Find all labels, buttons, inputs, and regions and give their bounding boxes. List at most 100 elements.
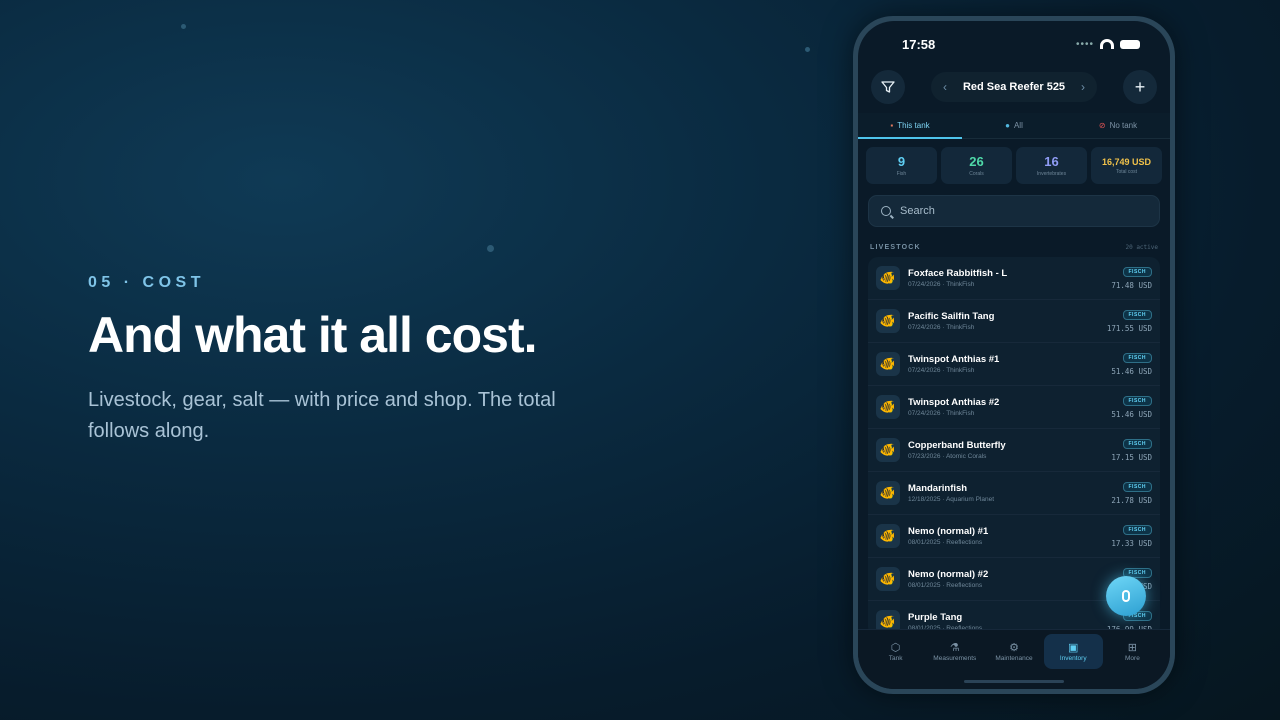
phone-mockup: 17:58 •••• ‹ Red Sea Reefer 525 › + ▪ Th… bbox=[853, 16, 1175, 694]
list-item[interactable]: 🐠 Twinspot Anthias #1 07/24/2026 · ThinkF… bbox=[868, 343, 1160, 386]
fish-icon: 🐠 bbox=[876, 567, 900, 591]
item-price: 51.46 USD bbox=[1111, 409, 1152, 419]
nav-label: More bbox=[1125, 655, 1140, 662]
stat-value: 9 bbox=[897, 154, 906, 169]
stat-label: Corals bbox=[969, 171, 984, 177]
item-price: 17.15 USD bbox=[1111, 452, 1152, 462]
prohibited-icon: ⊘ bbox=[1098, 121, 1106, 130]
item-name: Pacific Sailfin Tang bbox=[908, 311, 995, 322]
nav-more[interactable]: ⊞ More bbox=[1103, 634, 1162, 669]
fish-icon: 🐠 bbox=[876, 524, 900, 548]
status-bar: 17:58 •••• bbox=[858, 21, 1170, 67]
filter-icon bbox=[881, 81, 895, 93]
voice-input-button[interactable] bbox=[1106, 576, 1146, 616]
item-name: Nemo (normal) #2 bbox=[908, 569, 989, 580]
hero-subtitle: Livestock, gear, salt — with price and s… bbox=[88, 389, 556, 442]
tank-selector[interactable]: ‹ Red Sea Reefer 525 › bbox=[931, 72, 1097, 102]
tab-all[interactable]: ● All bbox=[962, 113, 1066, 138]
filter-button[interactable] bbox=[871, 70, 905, 104]
battery-icon bbox=[1120, 39, 1140, 49]
item-meta: 12/18/2025 · Aquarium Planet bbox=[908, 496, 995, 503]
fish-icon: 🐠 bbox=[876, 438, 900, 462]
microphone-icon bbox=[1122, 590, 1130, 602]
wrench-icon: ⚙ bbox=[1009, 642, 1019, 654]
item-price: 171.55 USD bbox=[1106, 323, 1152, 333]
item-price: 17.33 USD bbox=[1111, 538, 1152, 548]
background-bubble bbox=[487, 245, 494, 252]
bottom-nav: ⬡ Tank ⚗ Measurements ⚙ Maintenance ▣ In… bbox=[858, 629, 1170, 689]
fish-icon: 🐠 bbox=[876, 481, 900, 505]
item-meta: 07/24/2026 · ThinkFish bbox=[908, 281, 975, 288]
list-item[interactable]: 🐠 Copperband Butterfly 07/23/2026 · Atomi… bbox=[868, 429, 1160, 472]
section-eyebrow: 05 · COST bbox=[88, 274, 205, 291]
tab-this-tank[interactable]: ▪ This tank bbox=[858, 113, 962, 139]
stats-row: 9 Fish 26 Corals 16 Invertebrates 16,749… bbox=[858, 139, 1170, 184]
section-title: LIVESTOCK bbox=[870, 243, 921, 251]
stat-fish[interactable]: 9 Fish bbox=[866, 147, 937, 184]
category-badge: FISCH bbox=[1122, 438, 1152, 449]
scope-tabs: ▪ This tank ● All ⊘ No tank bbox=[858, 113, 1170, 139]
list-item[interactable]: 🐠 Foxface Rabbitfish - L 07/24/2026 · Thi… bbox=[868, 257, 1160, 300]
nav-maintenance[interactable]: ⚙ Maintenance bbox=[984, 634, 1043, 669]
stat-total-cost[interactable]: 16,749 USD Total cost bbox=[1091, 147, 1162, 184]
flask-icon: ⚗ bbox=[949, 642, 960, 654]
add-button[interactable]: + bbox=[1123, 70, 1157, 104]
search-input[interactable] bbox=[900, 205, 1147, 217]
stat-corals[interactable]: 26 Corals bbox=[941, 147, 1012, 184]
category-badge: FISCH bbox=[1122, 481, 1152, 492]
nav-label: Tank bbox=[888, 655, 903, 662]
fish-icon: 🐠 bbox=[876, 266, 900, 290]
nav-inventory[interactable]: ▣ Inventory bbox=[1043, 634, 1103, 669]
item-meta: 07/24/2026 · ThinkFish bbox=[908, 324, 975, 331]
stat-value: 16,749 USD bbox=[1101, 156, 1152, 167]
globe-icon: ● bbox=[1005, 121, 1010, 130]
item-name: Nemo (normal) #1 bbox=[908, 526, 989, 537]
fish-icon: 🐠 bbox=[876, 395, 900, 419]
nav-tank[interactable]: ⬡ Tank bbox=[866, 634, 925, 669]
list-item[interactable]: 🐠 Pacific Sailfin Tang 07/24/2026 · Think… bbox=[868, 300, 1160, 343]
status-time: 17:58 bbox=[902, 36, 936, 52]
nav-label: Measurements bbox=[933, 655, 977, 662]
stat-value: 16 bbox=[1044, 154, 1059, 169]
box-icon: ▣ bbox=[1068, 642, 1079, 654]
tab-no-tank[interactable]: ⊘ No tank bbox=[1066, 113, 1170, 138]
category-badge: FISCH bbox=[1122, 395, 1152, 406]
hero-section: 05 · COST And what it all cost. Livestoc… bbox=[88, 274, 648, 447]
list-item[interactable]: 🐠 Mandarinfish 12/18/2025 · Aquarium Plan… bbox=[868, 472, 1160, 515]
status-icons: •••• bbox=[1076, 39, 1140, 50]
chevron-left-icon[interactable]: ‹ bbox=[943, 80, 947, 94]
stat-label: Total cost bbox=[1115, 168, 1138, 175]
list-item[interactable]: 🐠 Nemo (normal) #1 08/01/2025 · Reeflecti… bbox=[868, 515, 1160, 558]
item-meta: 08/01/2025 · Reeflections bbox=[908, 582, 983, 589]
background-bubble bbox=[805, 47, 810, 52]
nav-measurements[interactable]: ⚗ Measurements bbox=[925, 634, 984, 669]
cube-icon: ⬡ bbox=[890, 642, 901, 654]
category-badge: FISCH bbox=[1122, 524, 1152, 535]
tank-name: Red Sea Reefer 525 bbox=[962, 81, 1066, 93]
home-indicator bbox=[964, 680, 1064, 683]
stat-invertebrates[interactable]: 16 Invertebrates bbox=[1016, 147, 1087, 184]
fish-tank-icon: ▪ bbox=[890, 121, 894, 130]
item-name: Foxface Rabbitfish - L bbox=[908, 268, 1008, 279]
item-name: Twinspot Anthias #2 bbox=[908, 397, 1000, 408]
top-bar: ‹ Red Sea Reefer 525 › + bbox=[858, 67, 1170, 107]
item-name: Copperband Butterfly bbox=[908, 440, 1006, 451]
list-item[interactable]: 🐠 Twinspot Anthias #2 07/24/2026 · ThinkF… bbox=[868, 386, 1160, 429]
chevron-right-icon[interactable]: › bbox=[1081, 80, 1085, 94]
tab-label: No tank bbox=[1109, 121, 1138, 130]
section-count: 20 active bbox=[1125, 243, 1158, 251]
hero-headline: And what it all cost. bbox=[88, 307, 537, 363]
item-price: 51.46 USD bbox=[1111, 366, 1152, 376]
search-bar[interactable] bbox=[868, 195, 1160, 227]
category-badge: FISCH bbox=[1122, 266, 1152, 277]
signal-icon: •••• bbox=[1075, 38, 1094, 50]
stat-label: Invertebrates bbox=[1036, 171, 1067, 177]
tab-label: All bbox=[1013, 121, 1023, 130]
fish-icon: 🐠 bbox=[876, 309, 900, 333]
item-meta: 07/24/2026 · ThinkFish bbox=[908, 367, 975, 374]
grid-icon: ⊞ bbox=[1127, 642, 1138, 654]
search-icon bbox=[881, 206, 891, 216]
stat-value: 26 bbox=[969, 154, 984, 169]
nav-label: Inventory bbox=[1059, 655, 1087, 662]
tab-label: This tank bbox=[897, 121, 930, 130]
